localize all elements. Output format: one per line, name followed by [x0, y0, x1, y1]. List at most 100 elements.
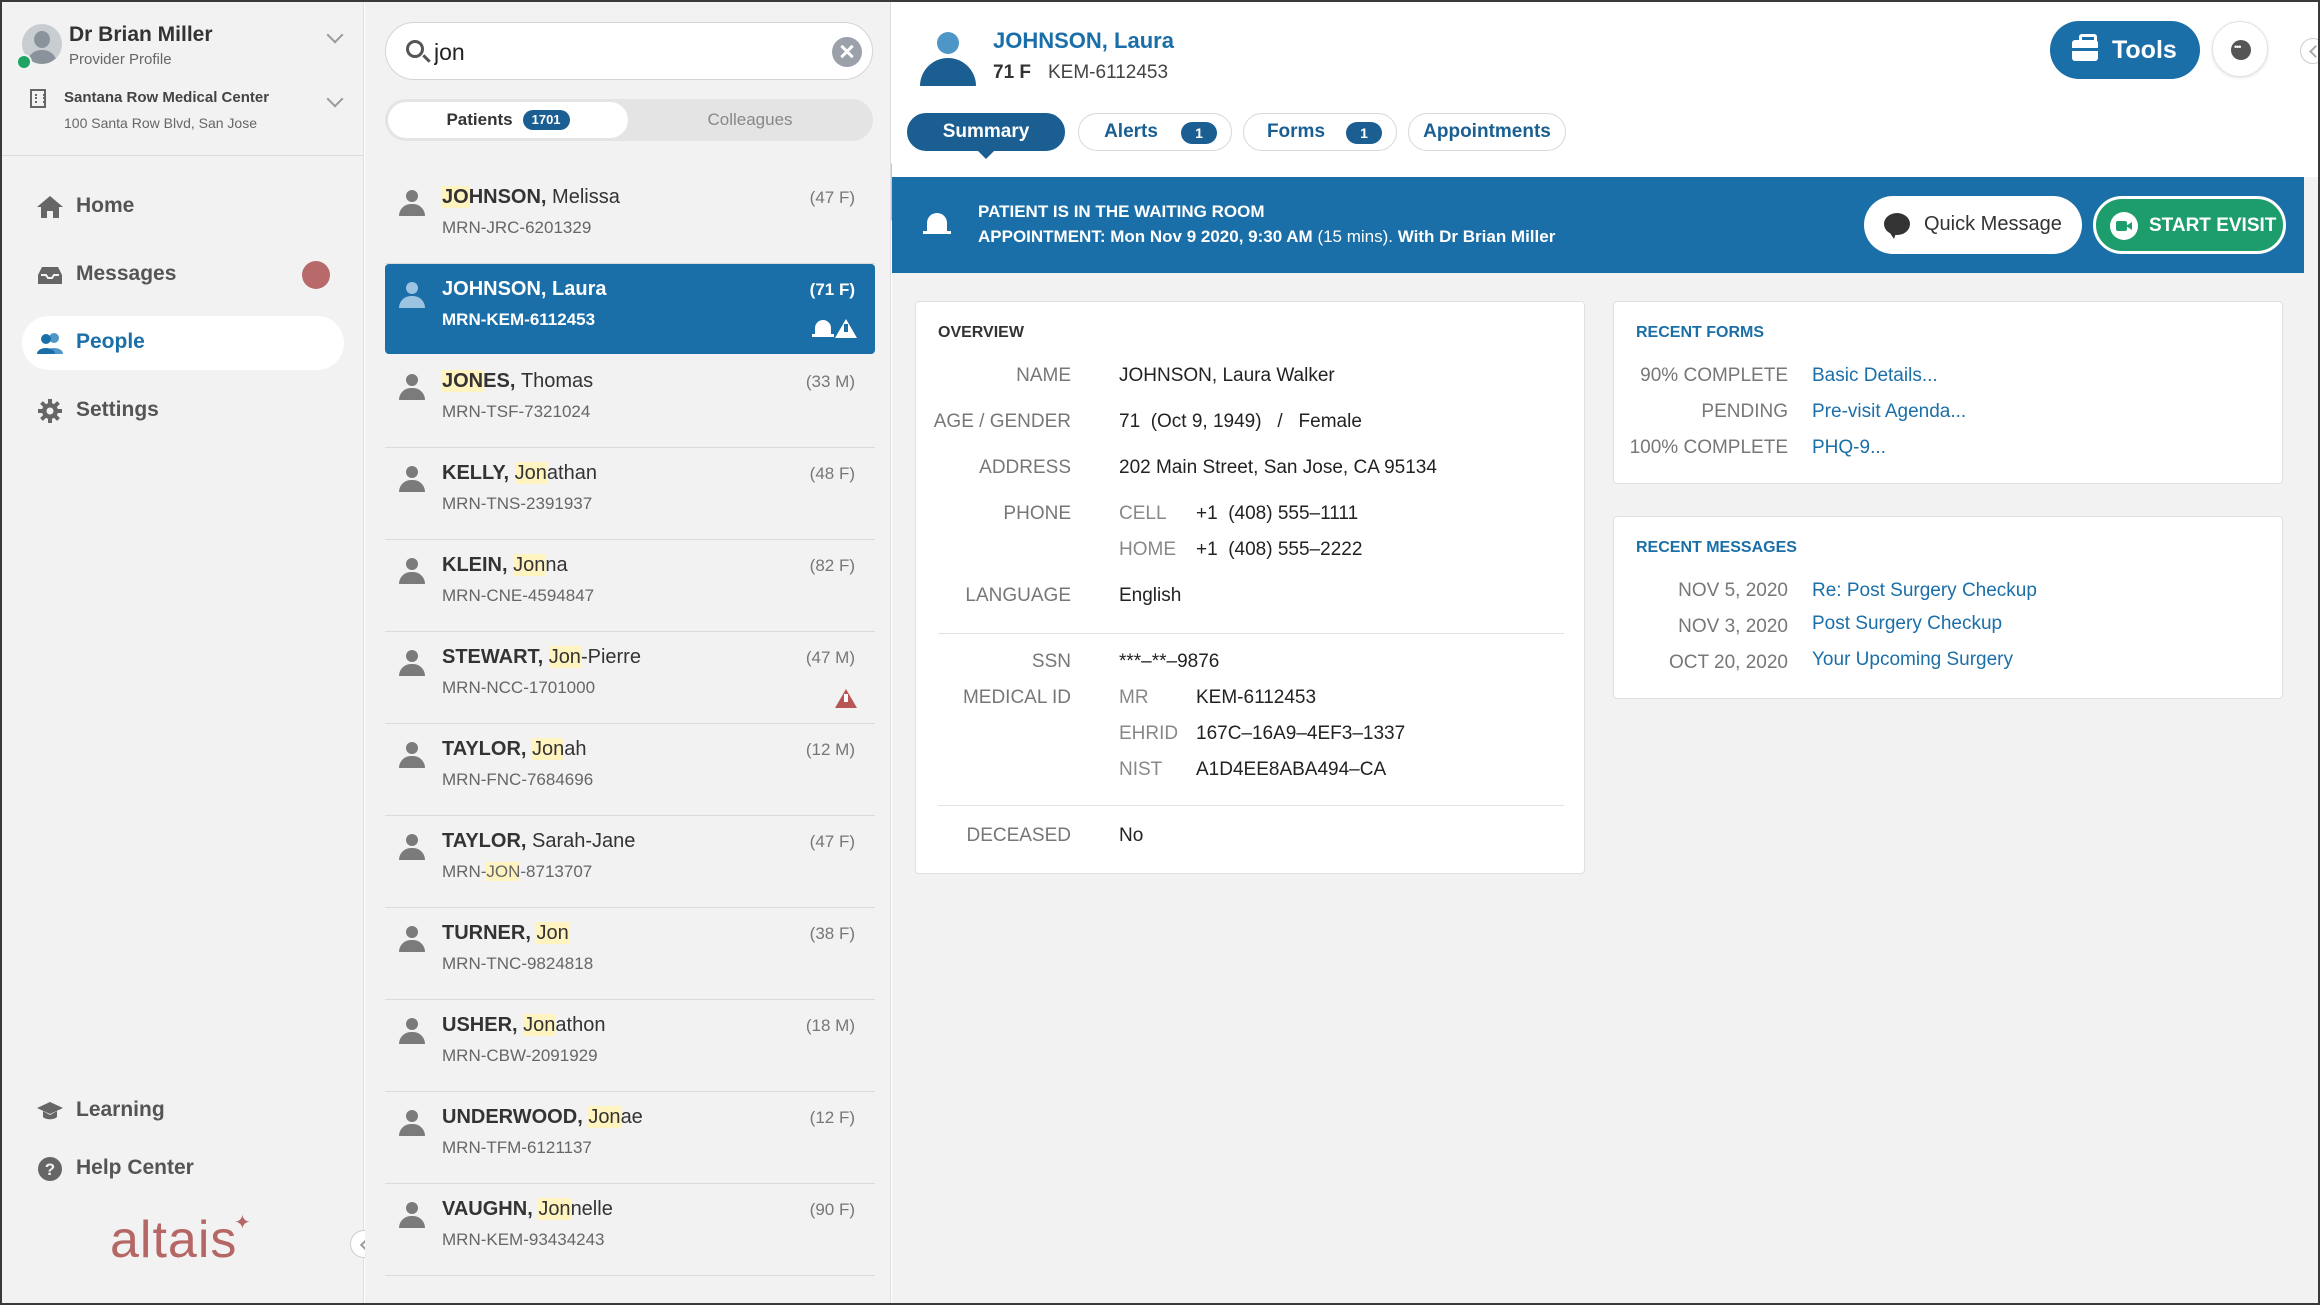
patient-row[interactable]: USHER, Jonathon MRN-CBW-2091929 (18 M) — [385, 1000, 875, 1092]
patient-row-name: TAYLOR, Sarah-Jane — [442, 830, 636, 852]
patient-name[interactable]: JOHNSON, Laura — [993, 28, 1174, 54]
mrn-part: -8713707 — [520, 862, 593, 881]
form-status: PENDING — [1701, 401, 1788, 422]
nav-home[interactable]: Home — [22, 180, 344, 234]
nav-help-center[interactable]: ? Help Center — [22, 1142, 344, 1196]
name-part: -Pierre — [580, 646, 641, 668]
gear-icon — [36, 398, 64, 424]
patient-row[interactable]: STEWART, Jon-Pierre MRN-NCC-1701000 (47 M) — [385, 632, 875, 724]
ssn-label: SSN — [1031, 651, 1071, 672]
tools-button[interactable]: Tools — [2050, 21, 2200, 79]
patient-row-age: (47 F) — [809, 188, 855, 207]
address-value: 202 Main Street, San Jose, CA 95134 — [1119, 457, 1437, 478]
name-part: JON — [442, 370, 484, 392]
tab-appointments[interactable]: Appointments — [1408, 113, 1566, 151]
person-icon — [399, 558, 425, 586]
overview-card: OVERVIEW NAME JOHNSON, Laura Walker AGE … — [915, 301, 1585, 874]
name-part: HNSON — [468, 186, 541, 208]
nav-messages-label: Messages — [76, 262, 177, 285]
person-icon — [399, 282, 425, 310]
people-icon — [36, 330, 64, 356]
patient-row-age: (38 F) — [809, 924, 855, 943]
form-link[interactable]: Basic Details... — [1812, 365, 1938, 387]
patient-row[interactable]: TURNER, Jon MRN-TNC-9824818 (38 F) — [385, 908, 875, 1000]
ssn-value: ***–**–9876 — [1119, 651, 1220, 672]
name-part: UNDERWOOD — [442, 1106, 578, 1128]
home-icon — [36, 194, 64, 220]
message-link[interactable]: Post Surgery Checkup — [1812, 613, 2002, 635]
message-link[interactable]: Re: Post Surgery Checkup — [1812, 580, 2037, 602]
form-link[interactable]: PHQ-9... — [1812, 437, 1886, 459]
nav-learning-label: Learning — [76, 1098, 165, 1121]
provider-name: Dr Brian Miller — [69, 23, 213, 46]
chevron-down-icon[interactable] — [326, 26, 344, 44]
nav-learning[interactable]: Learning — [22, 1084, 344, 1138]
name-part: na — [545, 554, 568, 576]
tab-forms[interactable]: Forms 1 — [1243, 113, 1397, 151]
chevron-down-icon[interactable] — [326, 90, 344, 108]
patient-row-age: (33 M) — [805, 372, 855, 391]
tab-colleagues[interactable]: Colleagues — [630, 102, 870, 138]
nav-messages[interactable]: Messages — [22, 248, 344, 302]
patient-row-mrn: MRN-TFM-6121137 — [442, 1138, 592, 1157]
patient-row-name: VAUGHN, Jonnelle — [442, 1198, 613, 1220]
quick-message-button[interactable]: Quick Message — [1864, 196, 2082, 254]
patient-row[interactable]: KELLY, Jonathan MRN-TNS-2391937 (48 F) — [385, 448, 875, 540]
home-phone[interactable]: +1 (408) 555–2222 — [1196, 539, 1362, 561]
name-part: Laura — [552, 278, 607, 300]
search-box[interactable] — [385, 22, 873, 80]
graduation-cap-icon — [36, 1098, 64, 1124]
tab-alerts[interactable]: Alerts 1 — [1078, 113, 1232, 151]
patient-row[interactable]: VAUGHN, Jonnelle MRN-KEM-93434243 (90 F) — [385, 1184, 875, 1276]
message-date: OCT 20, 2020 — [1668, 652, 1788, 673]
ehrid-label: EHRID — [1119, 723, 1179, 744]
tab-patients[interactable]: Patients 1701 — [388, 102, 628, 138]
patient-row-age: (47 F) — [809, 832, 855, 851]
address-label: ADDRESS — [979, 457, 1071, 478]
clear-search-icon[interactable] — [832, 37, 862, 67]
forms-badge: 1 — [1346, 122, 1382, 144]
tab-summary-label: Summary — [942, 121, 1030, 142]
profile-panel[interactable]: Dr Brian Miller Provider Profile Santana… — [2, 2, 364, 156]
building-icon — [30, 89, 46, 108]
form-status: 100% COMPLETE — [1629, 437, 1788, 458]
warning-icon — [835, 689, 857, 708]
tab-summary[interactable]: Summary — [907, 113, 1065, 159]
name-part: athan — [546, 462, 597, 484]
provider-role: Provider Profile — [69, 51, 172, 68]
search-input[interactable] — [434, 35, 814, 69]
start-evisit-button[interactable]: START EVISIT — [2093, 196, 2286, 254]
nav-settings[interactable]: Settings — [22, 384, 344, 438]
name-part: Thomas — [520, 370, 594, 392]
search-icon — [406, 40, 424, 58]
name-part: Jon — [523, 1014, 556, 1036]
patient-mrn: KEM-6112453 — [1048, 62, 1169, 83]
online-status-dot — [16, 54, 32, 70]
form-link[interactable]: Pre-visit Agenda... — [1812, 401, 1966, 423]
person-icon — [399, 466, 425, 494]
patient-row[interactable]: TAYLOR, Sarah-Jane MRN-JON-8713707 (47 F) — [385, 816, 875, 908]
nav-settings-label: Settings — [76, 398, 159, 421]
message-link[interactable]: Your Upcoming Surgery — [1812, 649, 2013, 671]
collapse-right-button[interactable] — [2300, 38, 2318, 64]
cell-phone[interactable]: +1 (408) 555–1111 — [1196, 503, 1358, 525]
patient-row-mrn: MRN-TNC-9824818 — [442, 954, 594, 973]
patient-row[interactable]: JONES, Thomas MRN-TSF-7321024 (33 M) — [385, 356, 875, 448]
recent-forms-title: RECENT FORMS — [1636, 324, 1764, 341]
patient-row[interactable]: KLEIN, Jonna MRN-CNE-4594847 (82 F) — [385, 540, 875, 632]
patient-row[interactable]: JOHNSON, Melissa MRN-JRC-6201329 (47 F) — [385, 172, 875, 264]
home-label: HOME — [1119, 539, 1176, 560]
warning-icon — [835, 319, 857, 338]
patient-row[interactable]: UNDERWOOD, Jonae MRN-TFM-6121137 (12 F) — [385, 1092, 875, 1184]
more-options-button[interactable] — [2212, 21, 2268, 77]
nav-people[interactable]: People — [22, 316, 344, 370]
start-evisit-label: START EVISIT — [2149, 215, 2277, 236]
mr-value: KEM-6112453 — [1196, 687, 1317, 708]
name-part: Jon — [588, 1106, 621, 1128]
patient-row[interactable]: JOHNSON, Laura MRN-KEM-6112453 (71 F) — [385, 264, 875, 354]
patient-row-name: KELLY, Jonathan — [442, 462, 597, 484]
person-icon — [399, 190, 425, 218]
patient-row-age: (12 M) — [805, 740, 855, 759]
patient-row[interactable]: TAYLOR, Jonah MRN-FNC-7684696 (12 M) — [385, 724, 875, 816]
quick-message-label: Quick Message — [1924, 213, 2062, 235]
